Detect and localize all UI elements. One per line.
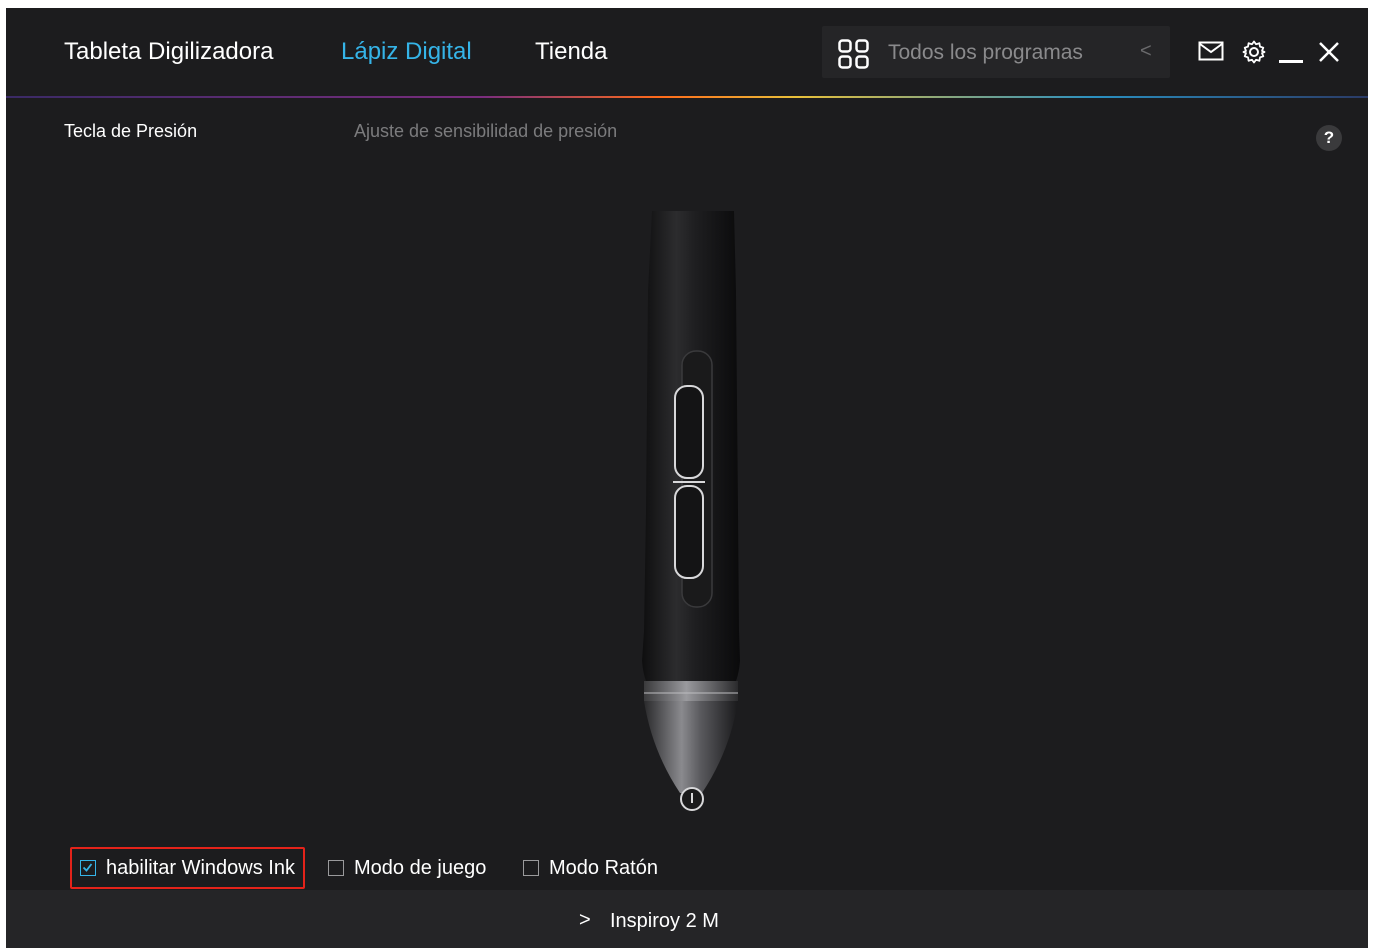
option-modo-juego-label: Modo de juego	[354, 856, 487, 879]
header-divider	[6, 96, 1368, 98]
mail-icon[interactable]	[1198, 41, 1224, 66]
help-button[interactable]: ?	[1316, 125, 1342, 151]
minimize-icon[interactable]	[1279, 51, 1303, 69]
section-subtitle[interactable]: Ajuste de sensibilidad de presión	[354, 121, 617, 142]
checkbox-windows-ink[interactable]	[80, 860, 96, 876]
program-selector-label: Todos los programas	[888, 41, 1083, 64]
close-icon[interactable]	[1318, 41, 1340, 68]
option-windows-ink-label: habilitar Windows Ink	[106, 856, 295, 879]
checkbox-modo-juego[interactable]	[328, 860, 344, 876]
option-windows-ink[interactable]: habilitar Windows Ink	[70, 847, 305, 889]
gear-icon[interactable]	[1242, 40, 1266, 69]
chevron-right-icon: >	[579, 909, 591, 931]
chevron-left-icon[interactable]: <	[1140, 40, 1152, 63]
pen-options: habilitar Windows Ink Modo de juego Modo…	[6, 846, 1368, 890]
device-selector[interactable]: > Inspiroy 2 M	[6, 890, 1368, 948]
tab-tableta-digilizadora[interactable]: Tableta Digilizadora	[64, 38, 273, 66]
top-bar: Tableta Digilizadora Lápiz Digital Tiend…	[6, 8, 1368, 97]
program-selector[interactable]: Todos los programas <	[822, 26, 1170, 78]
checkbox-modo-raton[interactable]	[523, 860, 539, 876]
app-window: Tableta Digilizadora Lápiz Digital Tiend…	[6, 8, 1368, 948]
option-modo-raton-label: Modo Ratón	[549, 856, 658, 879]
option-modo-raton[interactable]: Modo Ratón	[523, 851, 658, 885]
grid-icon	[838, 39, 870, 69]
tab-lapiz-digital[interactable]: Lápiz Digital	[341, 38, 472, 66]
device-name: Inspiroy 2 M	[610, 910, 719, 932]
section-title: Tecla de Presión	[64, 121, 198, 141]
pen-illustration	[626, 211, 756, 813]
option-modo-juego[interactable]: Modo de juego	[328, 851, 486, 885]
tab-tienda[interactable]: Tienda	[535, 38, 608, 66]
